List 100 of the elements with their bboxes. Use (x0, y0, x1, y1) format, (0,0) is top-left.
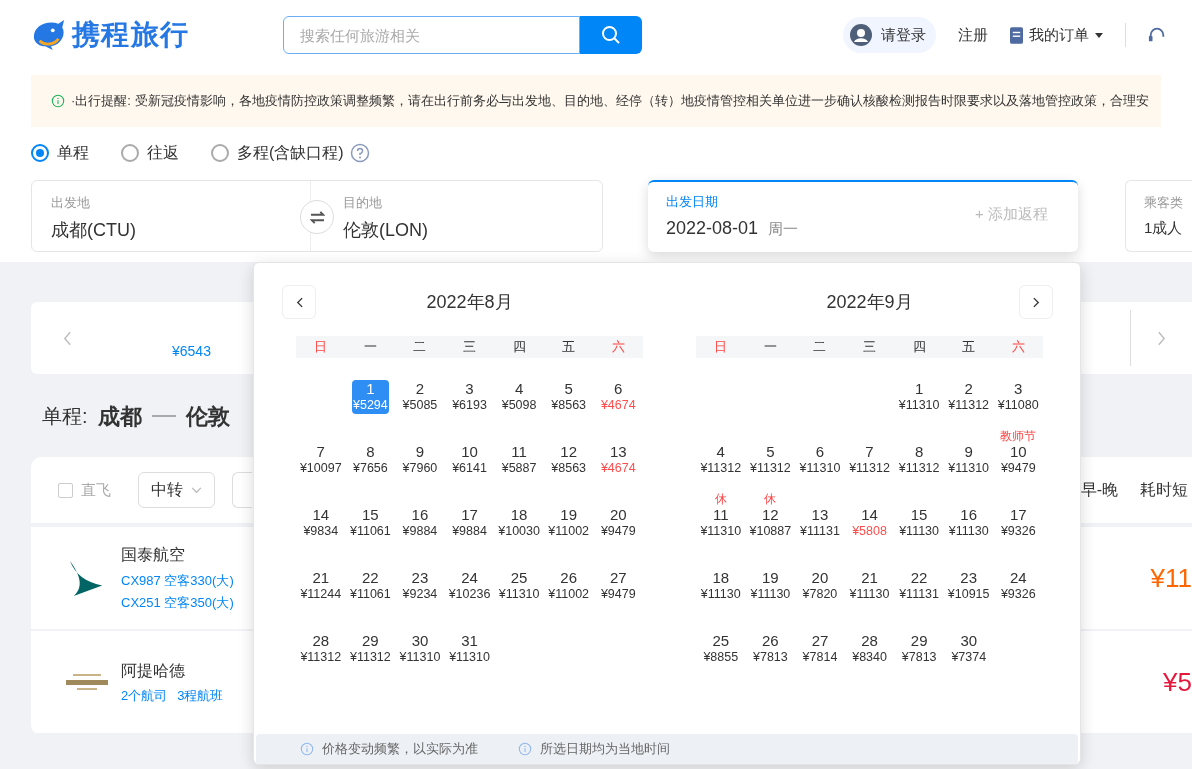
calendar-day[interactable]: 9 ¥11310 (947, 443, 991, 477)
calendar-day[interactable]: 5 ¥8563 (550, 380, 588, 414)
calendar-day[interactable]: 9 ¥7960 (401, 443, 439, 477)
calendar-day[interactable]: 2 ¥5085 (401, 380, 439, 414)
weekday-label: 二 (412, 338, 428, 356)
calendar-day[interactable]: 28 ¥8340 (851, 632, 888, 666)
chevron-right-icon (1032, 296, 1040, 308)
origin-field[interactable]: 成都(CTU) (51, 216, 136, 244)
flight-detail-link[interactable]: 3程航班 (177, 685, 224, 706)
calendar-day[interactable]: 24 ¥9326 (999, 569, 1037, 603)
calendar-day[interactable]: 30 ¥7374 (950, 632, 988, 666)
register-link[interactable]: 注册 (958, 23, 988, 47)
trip-type-radio[interactable]: 往返 (121, 140, 179, 165)
calendar-day[interactable]: 12 ¥8563 (550, 443, 588, 477)
calendar-day[interactable]: 29 ¥11312 (349, 632, 392, 666)
calendar-day[interactable]: 15 ¥11130 (898, 506, 941, 540)
calendar-day[interactable]: 17 ¥9326 (999, 506, 1037, 540)
calendar-day[interactable]: 14 ¥9834 (302, 506, 340, 540)
calendar-day[interactable]: 8 ¥7656 (352, 443, 389, 477)
calendar-day[interactable]: 13 ¥4674 (599, 443, 637, 477)
calendar-day[interactable]: 7 ¥10097 (298, 443, 343, 477)
calendar-day[interactable]: 4 ¥11312 (699, 443, 743, 477)
transfer-dropdown[interactable]: 中转 (138, 472, 215, 508)
calendar-day[interactable]: 11 ¥5887 (500, 443, 538, 477)
flight-detail-link[interactable]: CX251 空客350(大) (121, 591, 234, 614)
calendar-day[interactable]: 20 ¥9479 (599, 506, 637, 540)
calendar-day[interactable]: 6 ¥11310 (798, 443, 842, 477)
calendar-day[interactable]: 19 ¥11002 (547, 506, 591, 540)
help-icon[interactable] (349, 142, 370, 163)
login-button[interactable]: 请登录 (843, 17, 936, 53)
calendar-day[interactable]: 6 ¥4674 (599, 380, 637, 414)
calendar-day[interactable]: 18 ¥10030 (497, 506, 541, 540)
info-icon (300, 742, 314, 756)
calendar-day[interactable]: 20 ¥7820 (801, 569, 839, 603)
calendar-day[interactable]: 24 ¥10236 (447, 569, 492, 603)
calendar-day[interactable]: 15 ¥11061 (348, 506, 392, 540)
calendar-day[interactable]: 23 ¥9234 (401, 569, 439, 603)
search-field[interactable]: 搜索任何旅游相关 (283, 16, 580, 54)
calendar-day[interactable]: 22 ¥11131 (898, 569, 941, 603)
calendar-day[interactable]: 26 ¥11002 (547, 569, 591, 603)
calendar-day[interactable]: 4 ¥5098 (500, 380, 538, 414)
calendar-day[interactable]: 18 ¥11130 (699, 569, 742, 603)
weekday-label: 五 (961, 338, 977, 356)
month-title: 2022年9月 (826, 290, 913, 314)
calendar-day[interactable]: 30 ¥11310 (398, 632, 442, 666)
search-button[interactable] (580, 16, 642, 54)
airline-name: 阿提哈德 (121, 660, 185, 681)
weekday-label: 六 (610, 338, 626, 356)
flight-detail-link[interactable]: 2个航司 (121, 685, 168, 706)
calendar-day[interactable]: 21 ¥11130 (848, 569, 891, 603)
weekday-label: 日 (313, 338, 329, 356)
orders-menu[interactable]: 我的订单 (1010, 23, 1103, 47)
calendar-day[interactable]: 27 ¥9479 (599, 569, 637, 603)
chevron-left-icon[interactable] (63, 330, 72, 346)
calendar-day[interactable]: 2 ¥11312 (947, 380, 991, 414)
previous-month-button[interactable] (282, 285, 316, 319)
chevron-left-icon (295, 296, 303, 308)
headset-icon[interactable] (1148, 26, 1166, 44)
caret-icon (1095, 32, 1103, 38)
flight-detail-link[interactable]: CX987 空客330(大) (121, 569, 234, 592)
sort-option[interactable]: 耗时短 (1140, 478, 1188, 502)
date-price[interactable]: ¥6543 (172, 340, 211, 362)
calendar-day[interactable]: 27 ¥7814 (801, 632, 839, 666)
calendar-day[interactable]: 3 ¥11080 (996, 380, 1040, 414)
calendar-day[interactable]: 16 ¥9884 (401, 506, 439, 540)
calendar-day[interactable]: 28 ¥11312 (299, 632, 343, 666)
date-field[interactable]: 2022-08-01 周一 (666, 215, 799, 243)
calendar-day[interactable]: 23 ¥10915 (946, 569, 991, 603)
swap-button[interactable] (300, 200, 334, 234)
chevron-right-icon[interactable] (1157, 330, 1166, 346)
passenger-field[interactable]: 1成人 (1144, 216, 1192, 239)
calendar-day[interactable]: 25 ¥11310 (497, 569, 541, 603)
sort-option[interactable]: 早-晚 (1080, 478, 1118, 502)
calendar-day[interactable]: 10 ¥6141 (451, 443, 488, 477)
calendar-day[interactable]: 3 ¥6193 (451, 380, 488, 414)
calendar-day[interactable]: 5 ¥11312 (748, 443, 792, 477)
calendar-day[interactable]: 17 ¥9884 (451, 506, 488, 540)
calendar-day[interactable]: 21 ¥11244 (299, 569, 343, 603)
calendar-day[interactable]: 25 ¥8855 (702, 632, 740, 666)
calendar-day[interactable]: 11 ¥11310 (699, 506, 743, 540)
calendar-day[interactable]: 31 ¥11310 (448, 632, 491, 666)
calendar-day[interactable]: 16 ¥11130 (947, 506, 990, 540)
calendar-day[interactable]: 26 ¥7813 (752, 632, 789, 666)
calendar-day[interactable]: 12 ¥10887 (748, 506, 793, 540)
next-month-button[interactable] (1019, 285, 1053, 319)
trip-type-radio[interactable]: 多程(含缺口程) (211, 140, 344, 165)
site-logo[interactable]: 携程旅行 (72, 14, 190, 56)
filter-dropdown[interactable] (232, 472, 252, 508)
calendar-day[interactable]: 1 ¥11310 (897, 380, 941, 414)
destination-field[interactable]: 伦敦(LON) (343, 216, 602, 244)
calendar-day[interactable]: 10 ¥9479 (999, 443, 1037, 477)
calendar-day[interactable]: 22 ¥11061 (348, 569, 392, 603)
calendar-day[interactable]: 29 ¥7813 (900, 632, 938, 666)
calendar-day[interactable]: 14 ¥5808 (851, 506, 888, 540)
calendar-day[interactable]: 13 ¥11131 (799, 506, 841, 540)
calendar-day[interactable]: 8 ¥11312 (897, 443, 941, 477)
field-label: 目的地 (343, 194, 383, 212)
calendar-day[interactable]: 7 ¥11312 (848, 443, 891, 477)
trip-type-radio[interactable]: 单程 (31, 140, 89, 165)
calendar-day[interactable]: 19 ¥11130 (749, 569, 792, 603)
